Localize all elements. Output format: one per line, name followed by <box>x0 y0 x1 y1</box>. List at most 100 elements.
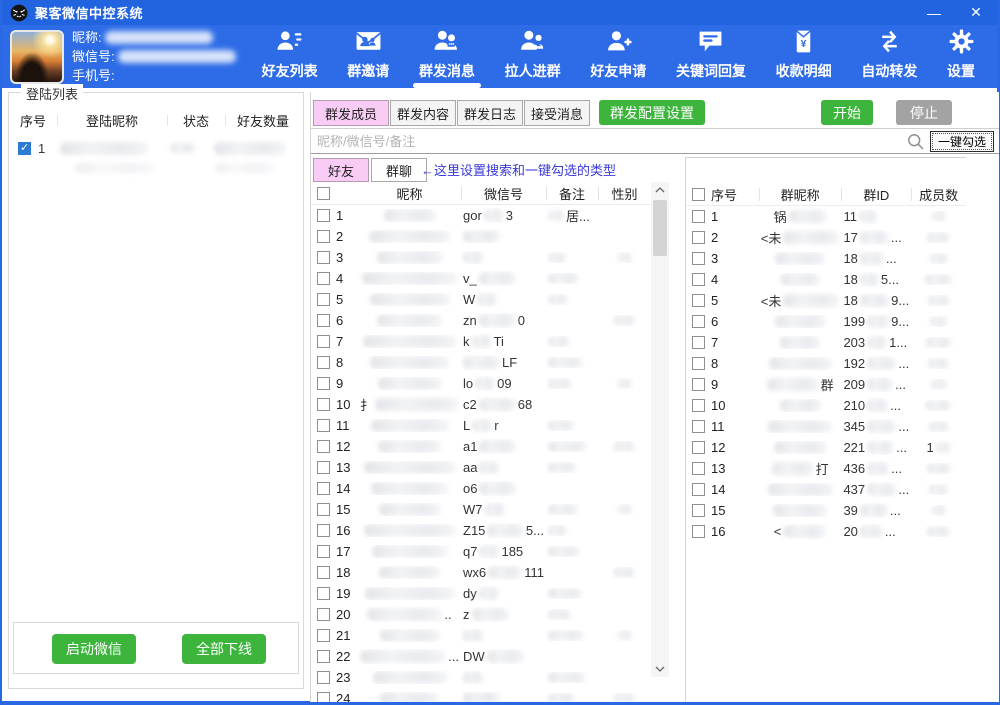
nav-item-auto-forward[interactable]: 自动转发 <box>861 28 917 81</box>
subtab-friends[interactable]: 好友 <box>313 158 369 182</box>
stop-button[interactable]: 停止 <box>896 100 952 125</box>
row-checkbox[interactable] <box>317 545 330 558</box>
nav-item-keyword-reply[interactable]: 关键词回复 <box>676 28 746 81</box>
friend-row[interactable]: 21 <box>311 625 671 646</box>
tab-mass-send-content[interactable]: 群发内容 <box>390 100 456 126</box>
subtab-groups[interactable]: 群聊 <box>371 158 427 182</box>
row-checkbox[interactable] <box>692 357 705 370</box>
row-checkbox[interactable] <box>317 503 330 516</box>
group-row[interactable]: 10210... <box>686 395 966 416</box>
friend-row[interactable]: 10扌c268 <box>311 394 671 415</box>
groups-select-all-checkbox[interactable] <box>692 188 705 201</box>
friend-row[interactable]: 24 <box>311 688 671 702</box>
nav-item-settings[interactable]: 设置 <box>947 28 975 81</box>
row-checkbox[interactable] <box>317 377 330 390</box>
nav-item-mass-message[interactable]: 群发消息 <box>419 28 475 81</box>
row-checkbox[interactable] <box>317 608 330 621</box>
friend-row[interactable]: 2 <box>311 226 671 247</box>
row-checkbox[interactable] <box>317 272 330 285</box>
row-checkbox[interactable] <box>692 273 705 286</box>
group-row[interactable]: 12221...1 <box>686 437 966 458</box>
row-checkbox[interactable] <box>317 671 330 684</box>
mass-send-config-button[interactable]: 群发配置设置 <box>599 100 705 125</box>
friend-row[interactable]: 17q7185 <box>311 541 671 562</box>
friend-row[interactable]: 3 <box>311 247 671 268</box>
friend-row[interactable]: 14o6 <box>311 478 671 499</box>
minimize-button[interactable]: — <box>913 0 955 25</box>
tab-mass-send-members[interactable]: 群发成员 <box>313 100 389 126</box>
start-button[interactable]: 开始 <box>821 100 873 125</box>
row-checkbox[interactable] <box>317 524 330 537</box>
row-checkbox[interactable] <box>317 419 330 432</box>
row-checkbox[interactable] <box>692 462 705 475</box>
row-checkbox[interactable] <box>317 440 330 453</box>
row-checkbox[interactable] <box>317 230 330 243</box>
login-row[interactable]: 1 <box>9 135 303 161</box>
group-row[interactable]: 1锅11 <box>686 206 966 227</box>
group-row[interactable]: 13打436... <box>686 458 966 479</box>
row-checkbox[interactable] <box>317 566 330 579</box>
row-checkbox[interactable] <box>317 461 330 474</box>
friend-row[interactable]: 11Lr <box>311 415 671 436</box>
friend-row[interactable]: 6zn0 <box>311 310 671 331</box>
nav-item-friend-request[interactable]: 好友申请 <box>590 28 646 81</box>
group-row[interactable]: 8192... <box>686 353 966 374</box>
friend-row[interactable]: 22...DW <box>311 646 671 667</box>
friend-row[interactable]: 8LF <box>311 352 671 373</box>
row-checkbox[interactable] <box>692 441 705 454</box>
search-input[interactable] <box>311 134 907 149</box>
row-checkbox[interactable] <box>317 587 330 600</box>
check-all-button[interactable]: 一键勾选 <box>930 131 994 152</box>
friend-row[interactable]: 15W7 <box>311 499 671 520</box>
row-checkbox[interactable] <box>317 692 330 702</box>
scrollbar-thumb[interactable] <box>653 200 667 256</box>
row-checkbox[interactable] <box>317 335 330 348</box>
friend-row[interactable]: 19dy <box>311 583 671 604</box>
row-checkbox[interactable] <box>692 294 705 307</box>
friend-row[interactable]: 9lo09 <box>311 373 671 394</box>
row-checkbox[interactable] <box>692 378 705 391</box>
friend-row[interactable]: 23 <box>311 667 671 688</box>
row-checkbox[interactable] <box>317 629 330 642</box>
nav-item-pull-into-group[interactable]: 拉人进群 <box>505 28 561 81</box>
start-wechat-button[interactable]: 启动微信 <box>52 634 136 664</box>
group-row[interactable]: 16<20... <box>686 521 966 542</box>
row-checkbox[interactable] <box>692 399 705 412</box>
row-checkbox[interactable] <box>317 482 330 495</box>
group-row[interactable]: 72031... <box>686 332 966 353</box>
row-checkbox[interactable] <box>692 483 705 496</box>
group-row[interactable]: 11345... <box>686 416 966 437</box>
nav-item-payment-detail[interactable]: ¥收款明细 <box>776 28 832 81</box>
login-row-checkbox[interactable] <box>18 142 31 155</box>
friends-scrollbar[interactable] <box>651 182 669 677</box>
friend-row[interactable]: 13aa <box>311 457 671 478</box>
group-row[interactable]: 4185... <box>686 269 966 290</box>
group-row[interactable]: 14437... <box>686 479 966 500</box>
tab-mass-send-log[interactable]: 群发日志 <box>457 100 523 126</box>
friend-row[interactable]: 20..z <box>311 604 671 625</box>
row-checkbox[interactable] <box>692 504 705 517</box>
scroll-down-button[interactable] <box>651 661 669 677</box>
row-checkbox[interactable] <box>692 336 705 349</box>
nav-item-group-invite[interactable]: 群邀请 <box>347 28 389 81</box>
row-checkbox[interactable] <box>317 251 330 264</box>
friend-row[interactable]: 1gor3居... <box>311 205 671 226</box>
tab-receive-messages[interactable]: 接受消息 <box>524 100 590 126</box>
friend-row[interactable]: 18wx6111 <box>311 562 671 583</box>
nav-item-friend-list[interactable]: 好友列表 <box>262 28 318 81</box>
friends-select-all-checkbox[interactable] <box>317 187 330 200</box>
friend-row[interactable]: 7kTi <box>311 331 671 352</box>
close-button[interactable]: ✕ <box>955 0 997 25</box>
scroll-up-button[interactable] <box>651 182 669 198</box>
row-checkbox[interactable] <box>317 209 330 222</box>
row-checkbox[interactable] <box>692 210 705 223</box>
friend-row[interactable]: 4v_ <box>311 268 671 289</box>
row-checkbox[interactable] <box>317 293 330 306</box>
row-checkbox[interactable] <box>692 231 705 244</box>
group-row[interactable]: 318... <box>686 248 966 269</box>
all-offline-button[interactable]: 全部下线 <box>182 634 266 664</box>
row-checkbox[interactable] <box>692 315 705 328</box>
row-checkbox[interactable] <box>692 252 705 265</box>
friend-row[interactable]: 16Z155... <box>311 520 671 541</box>
row-checkbox[interactable] <box>317 398 330 411</box>
